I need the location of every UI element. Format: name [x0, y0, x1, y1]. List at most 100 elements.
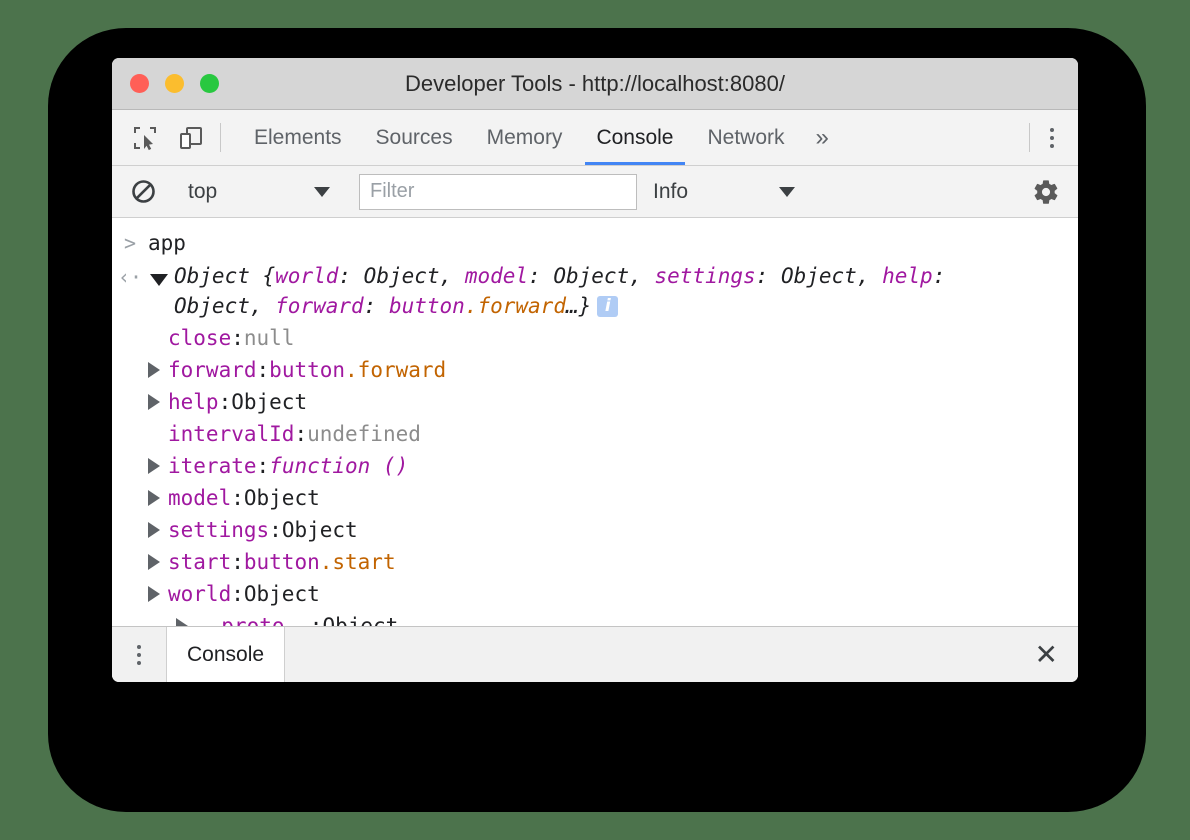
property-value: button.start: [244, 550, 396, 574]
property-value-name: .forward: [345, 358, 446, 382]
console-input-line: > app: [112, 226, 1078, 260]
property-key: __proto__: [196, 614, 310, 626]
triangle-right-icon[interactable]: [148, 362, 160, 378]
device-toolbar-icon[interactable]: [176, 123, 206, 153]
preview-token: .forward: [465, 294, 566, 318]
preview-token: help: [882, 264, 933, 288]
tab-elements[interactable]: Elements: [237, 110, 359, 165]
drawer-bar: Console ✕: [112, 626, 1078, 682]
execution-context-selector[interactable]: top: [174, 180, 344, 204]
object-property-row[interactable]: iterate: function (): [148, 450, 1078, 482]
property-separator: :: [257, 358, 270, 382]
object-property-row[interactable]: world: Object: [148, 578, 1078, 610]
property-separator: :: [231, 326, 244, 350]
console-input-expression: app: [148, 227, 186, 259]
tab-bar-actions: [1030, 110, 1078, 165]
preview-token: Object: [364, 264, 440, 288]
property-value: null: [244, 326, 295, 350]
triangle-right-icon[interactable]: [148, 490, 160, 506]
property-value: Object: [231, 390, 307, 414]
object-property-row[interactable]: model: Object: [148, 482, 1078, 514]
property-value: Object: [282, 518, 358, 542]
property-value-name: .start: [320, 550, 396, 574]
preview-token: :: [933, 264, 946, 288]
kebab-menu-icon[interactable]: [1042, 122, 1062, 154]
preview-token: Object: [553, 264, 629, 288]
preview-token: Object: [781, 264, 857, 288]
inspect-element-icon[interactable]: [130, 123, 160, 153]
title-bar: Developer Tools - http://localhost:8080/: [112, 58, 1078, 110]
triangle-right-icon[interactable]: [176, 618, 188, 626]
filter-placeholder: Filter: [370, 180, 414, 203]
info-badge-icon[interactable]: i: [597, 296, 618, 317]
object-preview[interactable]: Object {world: Object, model: Object, se…: [174, 261, 1004, 321]
drawer-tab-console[interactable]: Console: [166, 627, 285, 682]
log-level-value: Info: [653, 180, 688, 204]
property-value: undefined: [307, 422, 421, 446]
property-separator: :: [231, 582, 244, 606]
log-level-selector[interactable]: Info: [637, 180, 837, 204]
triangle-right-icon[interactable]: [148, 394, 160, 410]
devtools-window: Developer Tools - http://localhost:8080/…: [112, 58, 1078, 682]
chevron-down-icon: [779, 187, 795, 197]
devtools-tab-bar: Elements Sources Memory Console Network …: [112, 110, 1078, 166]
toolbar-icons: [112, 110, 220, 165]
object-property-row[interactable]: settings: Object: [148, 514, 1078, 546]
preview-token: ,: [629, 264, 654, 288]
property-key: start: [168, 550, 231, 574]
object-property-row[interactable]: close: null: [148, 322, 1078, 354]
property-separator: :: [310, 614, 323, 626]
property-separator: :: [294, 422, 307, 446]
triangle-right-icon[interactable]: [148, 586, 160, 602]
property-key: intervalId: [168, 422, 294, 446]
property-value-owner: button: [244, 550, 320, 574]
property-value: function (): [269, 454, 408, 478]
gear-icon[interactable]: [1032, 178, 1078, 206]
property-key: forward: [168, 358, 257, 382]
clear-console-icon[interactable]: [112, 178, 173, 205]
property-separator: :: [231, 550, 244, 574]
object-property-row[interactable]: intervalId: undefined: [148, 418, 1078, 450]
object-property-row[interactable]: __proto__: Object: [148, 610, 1078, 626]
preview-token: :: [528, 264, 553, 288]
triangle-down-icon[interactable]: [150, 274, 168, 286]
object-property-row[interactable]: help: Object: [148, 386, 1078, 418]
filter-input[interactable]: Filter: [359, 174, 637, 210]
preview-token: ,: [440, 264, 465, 288]
drawer-spacer: [285, 627, 1014, 682]
triangle-right-icon[interactable]: [148, 522, 160, 538]
object-property-row[interactable]: forward: button.forward: [148, 354, 1078, 386]
preview-token: forward: [275, 294, 364, 318]
tab-sources[interactable]: Sources: [359, 110, 470, 165]
preview-token: :: [364, 294, 389, 318]
object-property-list: close: nullforward: button.forwardhelp: …: [112, 322, 1078, 626]
tab-console[interactable]: Console: [579, 110, 690, 165]
property-separator: :: [219, 390, 232, 414]
property-key: close: [168, 326, 231, 350]
preview-token: :: [338, 264, 363, 288]
preview-token: model: [465, 264, 528, 288]
object-preview-prefix: Object {: [174, 264, 275, 288]
property-key: settings: [168, 518, 269, 542]
triangle-right-icon[interactable]: [148, 554, 160, 570]
triangle-right-icon[interactable]: [148, 458, 160, 474]
property-separator: :: [231, 486, 244, 510]
preview-token: ,: [857, 264, 882, 288]
object-property-row[interactable]: start: button.start: [148, 546, 1078, 578]
drawer-kebab-menu-icon[interactable]: [112, 627, 166, 682]
console-filter-bar: top Filter Info: [112, 166, 1078, 218]
panel-tabs: Elements Sources Memory Console Network …: [221, 110, 1029, 165]
preview-token: settings: [655, 264, 756, 288]
console-result-line: ‹· Object {world: Object, model: Object,…: [112, 260, 1078, 322]
close-icon[interactable]: ✕: [1015, 627, 1078, 682]
console-output[interactable]: > app ‹· Object {world: Object, model: O…: [112, 218, 1078, 626]
tab-memory[interactable]: Memory: [470, 110, 580, 165]
property-key: iterate: [168, 454, 257, 478]
preview-token: Object: [174, 294, 250, 318]
property-value: Object: [322, 614, 398, 626]
preview-token: ,: [250, 294, 275, 318]
property-value-owner: button: [269, 358, 345, 382]
preview-token: …}: [566, 294, 591, 318]
more-tabs-icon[interactable]: »: [802, 110, 843, 165]
tab-network[interactable]: Network: [691, 110, 802, 165]
